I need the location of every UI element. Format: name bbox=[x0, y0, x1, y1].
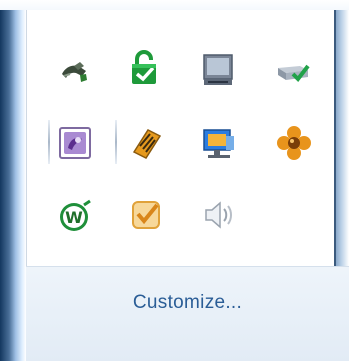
speaker-volume-icon[interactable] bbox=[200, 196, 238, 234]
window-frame-top bbox=[0, 0, 349, 10]
icon-separator bbox=[48, 120, 50, 164]
blue-projector-icon[interactable] bbox=[200, 124, 238, 162]
green-lock-update-icon[interactable] bbox=[126, 50, 164, 88]
network-adapter-check-icon[interactable] bbox=[274, 54, 312, 92]
window-frame-right-line bbox=[334, 10, 336, 266]
display-monitor-icon[interactable] bbox=[199, 51, 237, 89]
icon-separator bbox=[115, 120, 117, 164]
network-cable-icon[interactable] bbox=[56, 52, 94, 90]
orange-flower-icon[interactable] bbox=[275, 124, 313, 162]
customize-link[interactable]: Customize... bbox=[26, 292, 349, 314]
orange-notepad-icon[interactable] bbox=[128, 124, 166, 162]
window-frame-right bbox=[336, 10, 349, 266]
purple-app-icon[interactable] bbox=[56, 124, 94, 162]
svg-text:W: W bbox=[65, 208, 83, 227]
window-frame-left bbox=[0, 0, 26, 361]
green-w-icon[interactable]: W bbox=[56, 197, 94, 235]
orange-checkbox-icon[interactable] bbox=[127, 196, 165, 234]
tray-overflow-flyout: W Customize... bbox=[0, 0, 349, 361]
